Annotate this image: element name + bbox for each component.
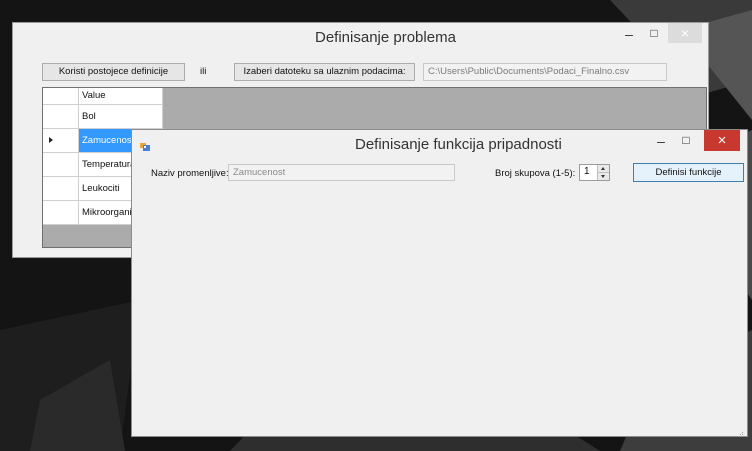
row-pointer-icon [49,137,53,143]
number-of-sets-label: Broj skupova (1-5): [495,168,576,179]
grid-row-header[interactable] [43,201,79,225]
spin-down-icon[interactable] [597,173,609,180]
variable-name-label: Naziv promenljive: [151,168,229,179]
app-icon [140,138,150,151]
grid-cell-bol[interactable]: Bol [79,105,163,129]
minimize-icon[interactable]: – [618,23,640,45]
main-window-titlebar[interactable]: Definisanje problema – □ × [13,23,708,53]
grid-row-header[interactable] [43,105,79,129]
main-window-title: Definisanje problema [315,29,456,46]
dialog-titlebar[interactable]: Definisanje funkcija pripadnosti – □ × [132,130,747,160]
variable-name-field[interactable]: Zamucenost [228,164,455,181]
size-grip-icon[interactable] [736,425,744,437]
grid-row-header[interactable] [43,129,79,153]
grid-row-header-corner [43,88,79,105]
dialog-title: Definisanje funkcija pripadnosti [355,136,562,153]
number-of-sets-stepper[interactable]: 1 [579,164,610,181]
file-path-field[interactable]: C:\Users\Public\Documents\Podaci_Finalno… [423,63,667,81]
choose-input-file-button[interactable]: Izaberi datoteku sa ulaznim podacima: [234,63,415,81]
grid-row-header[interactable] [43,153,79,177]
or-label: ili [200,66,207,77]
minimize-icon[interactable]: – [650,130,672,152]
membership-functions-dialog: Definisanje funkcija pripadnosti – □ × N… [131,129,748,437]
spin-up-icon[interactable] [597,165,609,173]
define-functions-button[interactable]: Definisi funkcije [633,163,744,182]
close-icon[interactable]: × [704,130,740,151]
maximize-icon[interactable]: □ [675,130,697,152]
maximize-icon[interactable]: □ [643,23,665,45]
grid-row-header[interactable] [43,177,79,201]
close-icon[interactable]: × [668,23,702,43]
grid-column-header-value[interactable]: Value [79,88,163,105]
use-existing-definitions-button[interactable]: Koristi postojece definicije [42,63,185,81]
number-of-sets-value: 1 [584,166,590,177]
